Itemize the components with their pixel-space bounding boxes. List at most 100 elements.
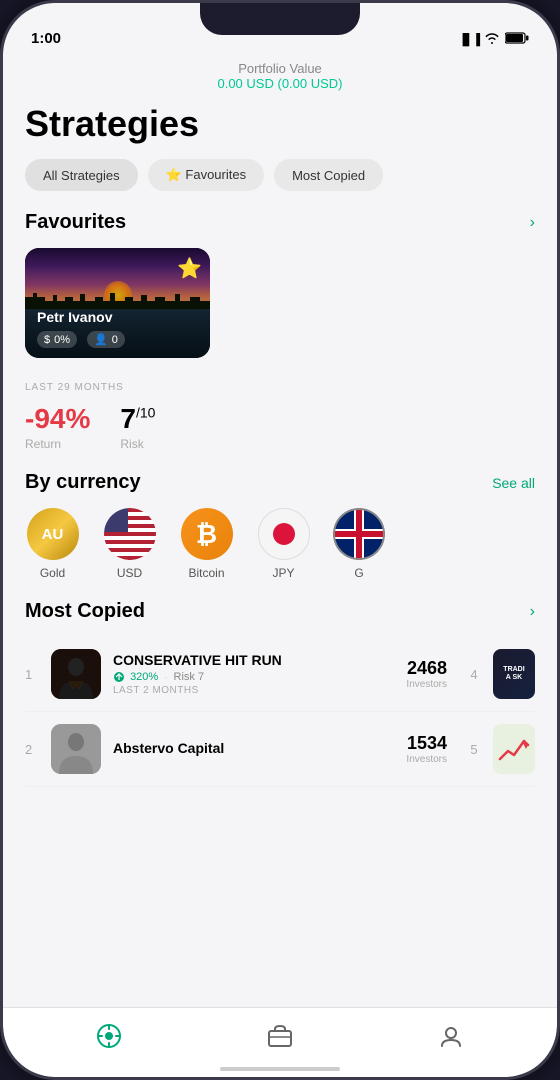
favourites-arrow[interactable]: › xyxy=(530,214,535,232)
copied-count-label-1: Investors xyxy=(406,679,447,690)
currency-bitcoin[interactable]: ₿ Bitcoin xyxy=(179,508,234,580)
favourites-section-header: Favourites › xyxy=(3,211,557,248)
currency-gbp[interactable]: G xyxy=(333,508,385,580)
most-copied-title: Most Copied xyxy=(25,600,145,623)
copied-count-block-2: 1534 Investors xyxy=(406,733,447,765)
thumb-text: TRADIA SK xyxy=(503,666,524,683)
filter-tabs: All Strategies ⭐ Favourites Most Copied xyxy=(3,159,557,211)
fav-followers-value: 0 xyxy=(112,334,118,346)
dollar-icon: $ xyxy=(44,334,50,346)
fav-card-petr[interactable]: ⭐ Petr Ivanov $ 0% 👤 0 xyxy=(25,248,210,358)
currency-see-all[interactable]: See all xyxy=(492,475,535,491)
rank-2: 2 xyxy=(25,742,39,757)
thumb-trading: TRADIA SK xyxy=(493,649,535,699)
usd-label: USD xyxy=(117,566,142,580)
favourites-title: Favourites xyxy=(25,211,126,234)
most-copied-arrow[interactable]: › xyxy=(530,603,535,621)
copied-info-1: CONSERVATIVE HIT RUN 320% · Risk 7 LAST … xyxy=(113,652,394,696)
currency-title: By currency xyxy=(25,471,141,494)
portfolio-label: Portfolio Value xyxy=(23,61,537,76)
copied-name-1: CONSERVATIVE HIT RUN xyxy=(113,652,394,668)
perf-risk: 7/10 Risk xyxy=(120,403,155,451)
meta-period-1: LAST 2 MONTHS xyxy=(113,685,394,696)
status-icons: ▐▌▐ xyxy=(459,32,529,47)
battery-icon xyxy=(505,32,529,47)
rank-badge-1: 4 xyxy=(467,667,481,682)
portfolio-change: (0.00 USD) xyxy=(277,76,342,91)
perf-return-value: -94% xyxy=(25,403,90,435)
rank-badge-2: 5 xyxy=(467,742,481,757)
notch xyxy=(200,3,360,35)
portfolio-value: 0.00 USD (0.00 USD) xyxy=(23,76,537,91)
filter-tab-most-copied[interactable]: Most Copied xyxy=(274,159,383,191)
page-title: Strategies xyxy=(3,103,557,159)
bitcoin-icon: ₿ xyxy=(181,508,233,560)
person-icon: 👤 xyxy=(94,333,108,346)
fav-stat-followers: 👤 0 xyxy=(87,331,125,348)
copied-count-block-1: 2468 Investors xyxy=(406,658,447,690)
perf-return: -94% Return xyxy=(25,403,90,451)
currency-jpy[interactable]: JPY xyxy=(256,508,311,580)
wifi-icon xyxy=(484,32,500,47)
nav-portfolio[interactable] xyxy=(251,1017,309,1061)
currency-usd[interactable]: ★★★ USD xyxy=(102,508,157,580)
favourites-scroll: ⭐ Petr Ivanov $ 0% 👤 0 xyxy=(3,248,557,378)
bottom-nav xyxy=(3,1007,557,1077)
gold-icon: AU xyxy=(27,508,79,560)
fav-return-value: 0% xyxy=(54,334,70,346)
performance-section: LAST 29 MONTHS -94% Return 7/10 Risk xyxy=(3,378,557,471)
portfolio-amount: 0.00 USD xyxy=(217,76,273,91)
home-indicator xyxy=(220,1067,340,1071)
usd-icon: ★★★ xyxy=(104,508,156,560)
fav-name: Petr Ivanov xyxy=(37,309,198,325)
copied-info-2: Abstervo Capital xyxy=(113,740,394,759)
avatar-chr xyxy=(51,649,101,699)
portfolio-icon xyxy=(267,1023,293,1055)
profile-icon xyxy=(438,1023,464,1055)
nav-profile[interactable] xyxy=(422,1017,480,1061)
currency-gold[interactable]: AU Gold xyxy=(25,508,80,580)
perf-return-label: Return xyxy=(25,437,90,451)
meta-risk-1: Risk 7 xyxy=(174,671,205,683)
phone-frame: 1:00 ▐▌▐ xyxy=(0,0,560,1080)
gold-label: Gold xyxy=(40,566,65,580)
home-icon xyxy=(96,1023,122,1055)
thumb-card-1: TRADIA SK xyxy=(493,649,535,699)
copied-meta-1: 320% · Risk 7 xyxy=(113,671,394,683)
copied-item-2[interactable]: 2 Abstervo Capital 1534 Investors xyxy=(25,712,535,787)
most-copied-section-header: Most Copied › xyxy=(3,600,557,637)
most-copied-list: 1 CONSERVATIVE HIT RUN xyxy=(3,637,557,787)
portfolio-header: Portfolio Value 0.00 USD (0.00 USD) xyxy=(3,53,557,103)
perf-stats: -94% Return 7/10 Risk xyxy=(25,403,535,451)
jpy-label: JPY xyxy=(272,566,294,580)
nav-home[interactable] xyxy=(80,1017,138,1061)
currency-scroll: AU Gold ★★★ USD xyxy=(3,508,557,600)
perf-period: LAST 29 MONTHS xyxy=(25,382,535,393)
rank-1: 1 xyxy=(25,667,39,682)
meta-return-1: 320% xyxy=(113,671,158,683)
signal-icon: ▐▌▐ xyxy=(459,34,479,46)
gbp-icon xyxy=(333,508,385,560)
copied-count-1: 2468 xyxy=(406,658,447,679)
status-time: 1:00 xyxy=(31,30,61,47)
filter-tab-favourites[interactable]: ⭐ Favourites xyxy=(148,159,265,191)
copied-name-2: Abstervo Capital xyxy=(113,740,394,756)
fav-star-icon: ⭐ xyxy=(177,256,202,281)
gbp-label: G xyxy=(354,566,363,580)
copied-count-label-2: Investors xyxy=(406,754,447,765)
fav-stat-return: $ 0% xyxy=(37,331,77,348)
perf-risk-suffix: /10 xyxy=(136,405,155,421)
us-flag: ★★★ xyxy=(104,508,156,560)
copied-count-2: 1534 xyxy=(406,733,447,754)
filter-tab-all[interactable]: All Strategies xyxy=(25,159,138,191)
main-content: Portfolio Value 0.00 USD (0.00 USD) Stra… xyxy=(3,53,557,1007)
bitcoin-label: Bitcoin xyxy=(188,566,224,580)
copied-item-1[interactable]: 1 CONSERVATIVE HIT RUN xyxy=(25,637,535,712)
jpy-icon xyxy=(258,508,310,560)
gold-symbol: AU xyxy=(42,526,64,543)
phone-screen: 1:00 ▐▌▐ xyxy=(3,3,557,1077)
jpy-dot xyxy=(273,523,295,545)
perf-risk-value: 7/10 xyxy=(120,403,155,435)
avatar-abstervo xyxy=(51,724,101,774)
currency-section-header: By currency See all xyxy=(3,471,557,508)
